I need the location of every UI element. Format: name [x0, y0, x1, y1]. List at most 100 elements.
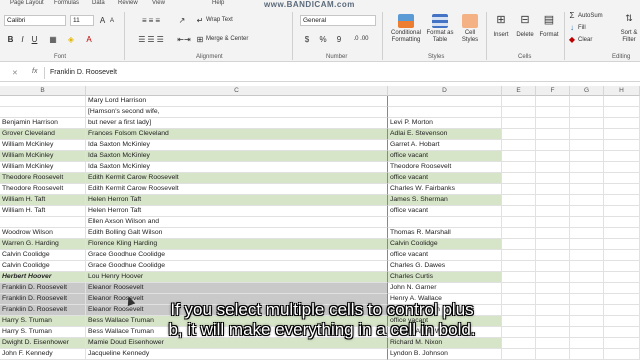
wrap-text-button[interactable]: Wrap Text	[206, 17, 256, 24]
cell-d[interactable]: James S. Sherman	[388, 195, 502, 206]
empty-cell[interactable]	[570, 118, 604, 129]
empty-cell[interactable]	[536, 173, 570, 184]
empty-cell[interactable]	[502, 173, 536, 184]
empty-cell[interactable]	[502, 250, 536, 261]
empty-cell[interactable]	[502, 206, 536, 217]
empty-cell[interactable]	[536, 140, 570, 151]
empty-cell[interactable]	[502, 272, 536, 283]
cell-b[interactable]: William H. Taft	[0, 195, 86, 206]
cell-b[interactable]: Theodore Roosevelt	[0, 173, 86, 184]
cell-d[interactable]: Charles G. Dawes	[388, 261, 502, 272]
empty-cell[interactable]	[536, 96, 570, 107]
empty-cell[interactable]	[570, 206, 604, 217]
empty-cell[interactable]	[604, 162, 640, 173]
empty-cell[interactable]	[570, 96, 604, 107]
column-header-d[interactable]: D	[388, 86, 502, 96]
empty-cell[interactable]	[536, 283, 570, 294]
cell-styles-button[interactable]: Cell Styles	[458, 30, 482, 44]
empty-cell[interactable]	[502, 283, 536, 294]
empty-cell[interactable]	[536, 217, 570, 228]
empty-cell[interactable]	[604, 294, 640, 305]
cell-c[interactable]: Lou Henry Hoover	[86, 272, 388, 283]
empty-cell[interactable]	[604, 272, 640, 283]
cell-d[interactable]: office vacant	[388, 206, 502, 217]
empty-cell[interactable]	[604, 228, 640, 239]
empty-cell[interactable]	[570, 316, 604, 327]
ribbon-tab[interactable]: Page Layout	[10, 0, 44, 7]
cancel-icon[interactable]: ✕	[12, 69, 18, 77]
fill-icon[interactable]: ↓	[568, 23, 576, 32]
empty-cell[interactable]	[604, 349, 640, 360]
cell-c[interactable]: Edith Kermit Carow Roosevelt	[86, 173, 388, 184]
cell-c[interactable]: Ida Saxton McKinley	[86, 151, 388, 162]
ribbon-tab[interactable]: View	[152, 0, 165, 7]
empty-cell[interactable]	[502, 107, 536, 118]
cell-c[interactable]: Ellen Axson Wilson and	[86, 217, 388, 228]
empty-cell[interactable]	[536, 272, 570, 283]
empty-cell[interactable]	[536, 349, 570, 360]
empty-cell[interactable]	[502, 239, 536, 250]
currency-button[interactable]: $	[302, 35, 312, 44]
empty-cell[interactable]	[536, 261, 570, 272]
empty-cell[interactable]	[536, 151, 570, 162]
merge-icon[interactable]: ⊞	[196, 35, 204, 44]
wrap-text-icon[interactable]: ↵	[196, 16, 204, 25]
empty-cell[interactable]	[570, 129, 604, 140]
empty-cell[interactable]	[604, 316, 640, 327]
empty-cell[interactable]	[536, 184, 570, 195]
column-header-h[interactable]: H	[604, 86, 640, 96]
format-as-table-button[interactable]: Format as Table	[424, 30, 456, 44]
ribbon-tab[interactable]: Review	[118, 0, 138, 7]
conditional-formatting-button[interactable]: Conditional Formatting	[386, 30, 426, 44]
empty-cell[interactable]	[536, 206, 570, 217]
cell-b[interactable]: William H. Taft	[0, 206, 86, 217]
empty-cell[interactable]	[604, 151, 640, 162]
empty-cell[interactable]	[570, 327, 604, 338]
cell-d[interactable]: John N. Garner	[388, 283, 502, 294]
cell-d[interactable]: office vacant	[388, 151, 502, 162]
empty-cell[interactable]	[502, 140, 536, 151]
empty-cell[interactable]	[604, 261, 640, 272]
cell-c[interactable]: Helen Herron Taft	[86, 195, 388, 206]
empty-cell[interactable]	[502, 184, 536, 195]
column-header-g[interactable]: G	[570, 86, 604, 96]
empty-cell[interactable]	[502, 162, 536, 173]
empty-cell[interactable]	[570, 294, 604, 305]
orientation-icon[interactable]: ↗	[176, 16, 188, 25]
cell-d[interactable]: Garret A. Hobart	[388, 140, 502, 151]
empty-cell[interactable]	[570, 272, 604, 283]
cell-c[interactable]: Mary Lord Harrison	[86, 96, 388, 107]
empty-cell[interactable]	[570, 140, 604, 151]
empty-cell[interactable]	[536, 250, 570, 261]
empty-cell[interactable]	[570, 261, 604, 272]
cell-d[interactable]: Charles W. Fairbanks	[388, 184, 502, 195]
cell-c[interactable]: Florence Kling Harding	[86, 239, 388, 250]
cell-b[interactable]: William McKinley	[0, 151, 86, 162]
empty-cell[interactable]	[536, 195, 570, 206]
cell-c[interactable]: Eleanor Roosevelt	[86, 283, 388, 294]
increase-font-icon[interactable]: A	[98, 16, 107, 25]
empty-cell[interactable]	[570, 250, 604, 261]
empty-cell[interactable]	[570, 217, 604, 228]
empty-cell[interactable]	[570, 283, 604, 294]
cell-b[interactable]: Woodrow Wilson	[0, 228, 86, 239]
font-name-select[interactable]: Calibri	[4, 15, 66, 26]
cell-c[interactable]: Edith Kermit Carow Roosevelt	[86, 184, 388, 195]
cell-d[interactable]	[388, 96, 502, 107]
column-header-e[interactable]: E	[502, 86, 536, 96]
cell-b[interactable]: Calvin Coolidge	[0, 250, 86, 261]
number-format-select[interactable]: General	[300, 15, 376, 26]
cell-d[interactable]: Thomas R. Marshall	[388, 228, 502, 239]
empty-cell[interactable]	[604, 239, 640, 250]
borders-icon[interactable]: ▦	[48, 35, 58, 44]
empty-cell[interactable]	[570, 305, 604, 316]
cell-b[interactable]: Theodore Roosevelt	[0, 184, 86, 195]
empty-cell[interactable]	[570, 195, 604, 206]
underline-button[interactable]: U	[30, 35, 39, 44]
empty-cell[interactable]	[570, 239, 604, 250]
empty-cell[interactable]	[570, 162, 604, 173]
empty-cell[interactable]	[502, 228, 536, 239]
cell-b[interactable]	[0, 217, 86, 228]
empty-cell[interactable]	[604, 107, 640, 118]
cell-b[interactable]: John F. Kennedy	[0, 349, 86, 360]
